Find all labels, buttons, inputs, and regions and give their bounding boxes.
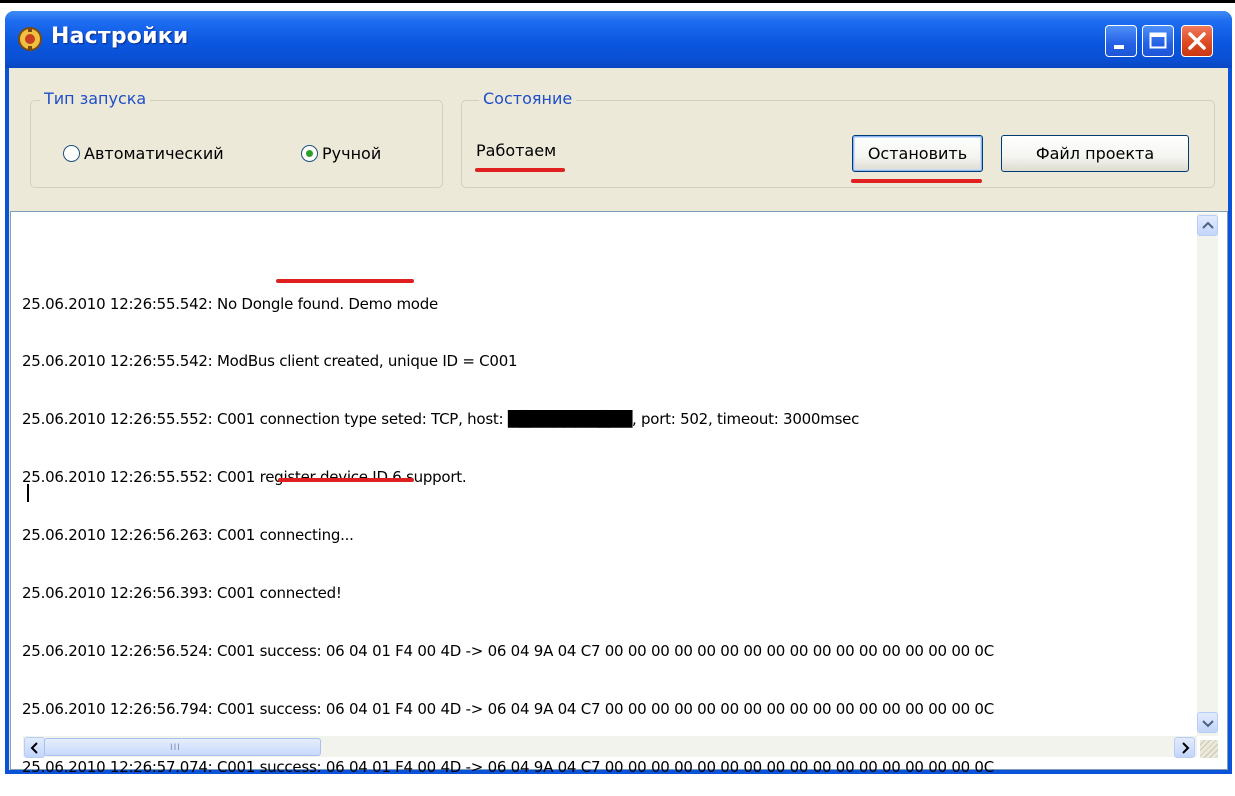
title-bar[interactable]: Настройки	[5, 11, 1232, 68]
chevron-right-icon	[1182, 742, 1190, 754]
radio-manual-label[interactable]: Ручной	[322, 144, 381, 163]
app-icon	[18, 27, 42, 51]
log-line: 25.06.2010 12:26:55.542: ModBus client c…	[22, 352, 518, 371]
grip-icon: III	[170, 743, 181, 753]
scroll-right-button[interactable]	[1174, 737, 1195, 758]
log-text: 25.06.2010 12:26:55.542: No Dongle found…	[22, 256, 994, 796]
state-group-title: Состояние	[479, 89, 577, 108]
chevron-up-icon	[1202, 221, 1214, 229]
annotation-underline-success	[278, 478, 414, 482]
vertical-scrollbar[interactable]	[1197, 213, 1218, 736]
chevron-down-icon	[1202, 720, 1214, 728]
annotation-underline-no-dongle	[276, 279, 414, 283]
minimize-icon	[1114, 45, 1124, 49]
log-line: 25.06.2010 12:26:56.794: C001 success: 0…	[22, 699, 994, 718]
radio-automatic[interactable]: Автоматический	[63, 144, 224, 163]
log-line: 25.06.2010 12:26:56.263: C001 connecting…	[22, 526, 354, 545]
close-icon	[1188, 32, 1206, 50]
log-line: 25.06.2010 12:26:57.074: C001 success: 0…	[22, 757, 994, 776]
project-file-button[interactable]: Файл проекта	[1001, 135, 1189, 172]
maximize-button[interactable]	[1142, 25, 1174, 57]
close-button[interactable]	[1181, 25, 1213, 57]
horizontal-scroll-thumb[interactable]: III	[44, 738, 321, 756]
scroll-down-button[interactable]	[1197, 712, 1218, 733]
stop-button[interactable]: Остановить	[852, 135, 983, 172]
radio-manual-circle[interactable]	[301, 145, 318, 162]
log-line: 25.06.2010 12:26:55.552: C001 register d…	[22, 468, 467, 487]
status-text: Работаем	[476, 141, 557, 160]
scroll-left-button[interactable]	[24, 737, 45, 758]
log-line: 25.06.2010 12:26:55.542: No Dongle found…	[22, 294, 438, 313]
log-line: 25.06.2010 12:26:55.552: C001 connection…	[22, 410, 860, 429]
annotation-underline-status	[475, 168, 565, 172]
log-line: 25.06.2010 12:26:56.524: C001 success: 0…	[22, 641, 994, 660]
minimize-button[interactable]	[1105, 25, 1137, 57]
top-border-line	[0, 0, 1235, 3]
chevron-left-icon	[30, 742, 38, 754]
scroll-up-button[interactable]	[1197, 215, 1218, 236]
launch-type-group-title: Тип запуска	[40, 89, 151, 108]
radio-manual[interactable]: Ручной	[301, 144, 381, 163]
window-title: Настройки	[51, 24, 189, 49]
maximize-icon	[1149, 32, 1167, 49]
radio-automatic-circle[interactable]	[63, 145, 80, 162]
annotation-underline-stop	[851, 179, 982, 183]
resize-grip[interactable]	[1200, 740, 1218, 758]
radio-automatic-label[interactable]: Автоматический	[84, 144, 224, 163]
text-caret	[27, 484, 29, 502]
log-line: 25.06.2010 12:26:56.393: C001 connected!	[22, 584, 342, 603]
